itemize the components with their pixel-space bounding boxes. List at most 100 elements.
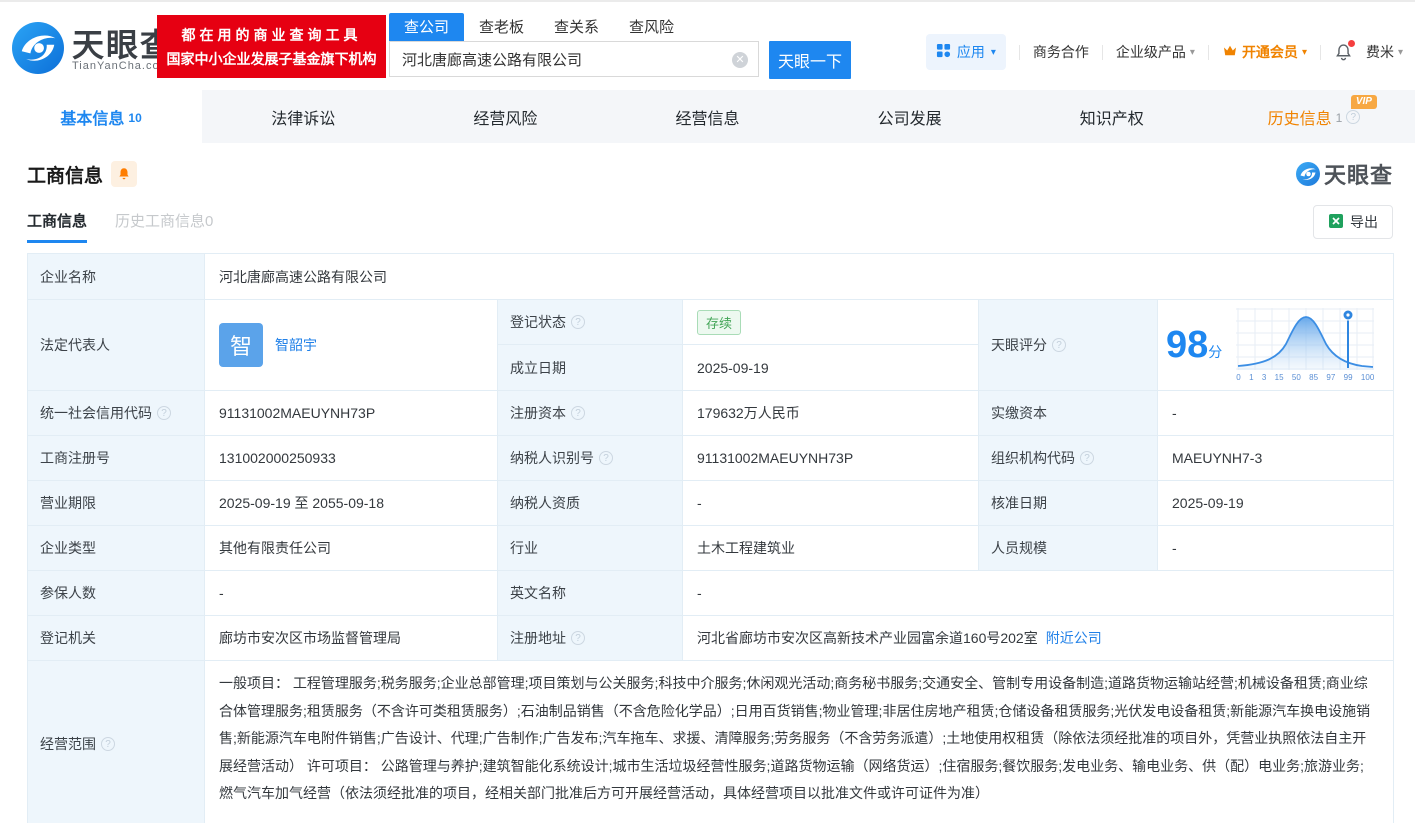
field-value-company-type: 其他有限责任公司 [205, 526, 498, 571]
chevron-down-icon: ▾ [1398, 47, 1403, 58]
help-icon[interactable] [571, 631, 585, 645]
search-button[interactable]: 天眼一下 [769, 41, 851, 79]
subtab-business-info[interactable]: 工商信息 [27, 210, 87, 243]
subtab-history-business-info[interactable]: 历史工商信息0 [115, 210, 213, 243]
apps-menu[interactable]: 应用 ▾ [926, 34, 1006, 70]
nav-enterprise-label: 企业级产品 [1116, 42, 1186, 62]
field-value-registered-capital: 179632万人民币 [683, 391, 979, 436]
help-icon[interactable] [1080, 451, 1094, 465]
notifications-bell-icon[interactable] [1334, 43, 1353, 62]
field-value-insured-count: - [205, 571, 498, 616]
business-info-table: 企业名称 河北唐廊高速公路有限公司 法定代表人 智 智韶宇 登记状态 [27, 253, 1394, 823]
help-icon[interactable] [599, 451, 613, 465]
search-tab-company[interactable]: 查公司 [389, 13, 464, 41]
company-tab-bar: 基本信息 10 法律诉讼 经营风险 经营信息 公司发展 知识产权 VIP 历史信… [0, 90, 1415, 143]
site-logo[interactable]: 天眼查 TianYanCha.com [12, 22, 174, 79]
search-area: 查公司 查老板 查关系 查风险 ✕ 天眼一下 [389, 15, 851, 79]
field-value-company-name: 河北唐廊高速公路有限公司 [205, 254, 1394, 300]
subscribe-bell-icon[interactable] [111, 161, 137, 187]
field-value-credit-code: 91131002MAEUYNH73P [205, 391, 498, 436]
field-label-tianyan-score: 天眼评分 [979, 300, 1158, 391]
score-chart-axis: 01 315 5085 9799 100 [1236, 373, 1374, 382]
help-icon[interactable] [1052, 338, 1066, 352]
search-input[interactable] [390, 43, 720, 75]
field-label-english-name: 英文名称 [498, 571, 683, 616]
field-value-industry: 土木工程建筑业 [683, 526, 979, 571]
username: 费米 [1366, 42, 1394, 62]
notification-dot [1348, 40, 1355, 47]
divider [1208, 45, 1209, 60]
field-label-taxpayer-qualification: 纳税人资质 [498, 481, 683, 526]
tab-count: 1 [1336, 111, 1343, 125]
user-menu[interactable]: 费米 ▾ [1366, 42, 1403, 62]
field-label-approval-date: 核准日期 [979, 481, 1158, 526]
slogan-line1: 都在用的商业查询工具 [182, 23, 362, 47]
clear-search-icon[interactable]: ✕ [732, 52, 748, 68]
watermark-text: 天眼查 [1324, 158, 1393, 190]
nearby-companies-link[interactable]: 附近公司 [1046, 628, 1102, 648]
field-label-registered-address: 注册地址 [498, 616, 683, 661]
tab-label: 经营风险 [473, 105, 537, 129]
chevron-down-icon: ▾ [991, 47, 996, 58]
field-label-registration-number: 工商注册号 [28, 436, 205, 481]
field-label-registration-status: 登记状态 [498, 300, 683, 345]
top-nav: 应用 ▾ 商务合作 企业级产品 ▾ 开通会员 ▾ 费米 ▾ [926, 34, 1403, 70]
search-tabs: 查公司 查老板 查关系 查风险 [389, 15, 851, 41]
field-value-establish-date: 2025-09-19 [683, 345, 979, 391]
field-label-taxpayer-id: 纳税人识别号 [498, 436, 683, 481]
tab-company-development[interactable]: 公司发展 [809, 90, 1011, 143]
search-box: ✕ [389, 41, 759, 77]
status-badge: 存续 [697, 310, 741, 335]
field-value-english-name: - [683, 571, 1394, 616]
tab-history-info[interactable]: VIP 历史信息 1 [1213, 90, 1415, 143]
tab-basic-info[interactable]: 基本信息 10 [0, 90, 202, 143]
field-value-approval-date: 2025-09-19 [1158, 481, 1394, 526]
crown-icon [1222, 43, 1238, 62]
tab-operating-info[interactable]: 经营信息 [606, 90, 808, 143]
open-vip-button[interactable]: 开通会员 ▾ [1222, 42, 1307, 62]
slogan-line2: 国家中小企业发展子基金旗下机构 [167, 47, 377, 71]
field-label-industry: 行业 [498, 526, 683, 571]
field-label-staff-size: 人员规模 [979, 526, 1158, 571]
help-icon[interactable] [157, 406, 171, 420]
score-unit: 分 [1208, 344, 1222, 360]
field-value-paid-capital: - [1158, 391, 1394, 436]
search-tab-relation[interactable]: 查关系 [539, 13, 614, 41]
field-label-establish-date: 成立日期 [498, 345, 683, 391]
field-value-taxpayer-qualification: - [683, 481, 979, 526]
apps-grid-icon [936, 43, 951, 61]
legal-rep-avatar[interactable]: 智 [219, 323, 263, 367]
help-icon[interactable] [571, 315, 585, 329]
legal-rep-link[interactable]: 智韶宇 [275, 335, 317, 355]
field-label-business-term: 营业期限 [28, 481, 205, 526]
open-vip-label: 开通会员 [1242, 42, 1298, 62]
tab-count: 10 [128, 111, 141, 125]
field-value-business-scope: 一般项目： 工程管理服务;税务服务;企业总部管理;项目策划与公关服务;科技中介服… [205, 661, 1394, 823]
search-tab-boss[interactable]: 查老板 [464, 13, 539, 41]
field-label-business-scope: 经营范围 [28, 661, 205, 823]
field-label-paid-capital: 实缴资本 [979, 391, 1158, 436]
field-value-registration-number: 131002000250933 [205, 436, 498, 481]
help-icon[interactable] [571, 406, 585, 420]
search-tab-risk[interactable]: 查风险 [614, 13, 689, 41]
help-icon[interactable] [1346, 110, 1360, 124]
field-label-company-name: 企业名称 [28, 254, 205, 300]
tab-legal-proceedings[interactable]: 法律诉讼 [202, 90, 404, 143]
export-button[interactable]: 导出 [1313, 205, 1393, 239]
vip-badge: VIP [1351, 95, 1377, 109]
field-label-insured-count: 参保人数 [28, 571, 205, 616]
field-label-legal-representative: 法定代表人 [28, 300, 205, 391]
field-label-credit-code: 统一社会信用代码 [28, 391, 205, 436]
field-label-org-code: 组织机构代码 [979, 436, 1158, 481]
tab-operating-risk[interactable]: 经营风险 [404, 90, 606, 143]
help-icon[interactable] [101, 737, 115, 751]
field-value-registration-status: 存续 [683, 300, 979, 345]
excel-icon [1328, 213, 1344, 232]
tab-label: 法律诉讼 [271, 105, 335, 129]
nav-enterprise[interactable]: 企业级产品 ▾ [1116, 42, 1195, 62]
nav-cooperation[interactable]: 商务合作 [1033, 42, 1089, 62]
tab-intellectual-property[interactable]: 知识产权 [1011, 90, 1213, 143]
top-header: 天眼查 TianYanCha.com 都在用的商业查询工具 国家中小企业发展子基… [0, 2, 1415, 90]
tab-label: 经营信息 [675, 105, 739, 129]
field-label-registration-authority: 登记机关 [28, 616, 205, 661]
